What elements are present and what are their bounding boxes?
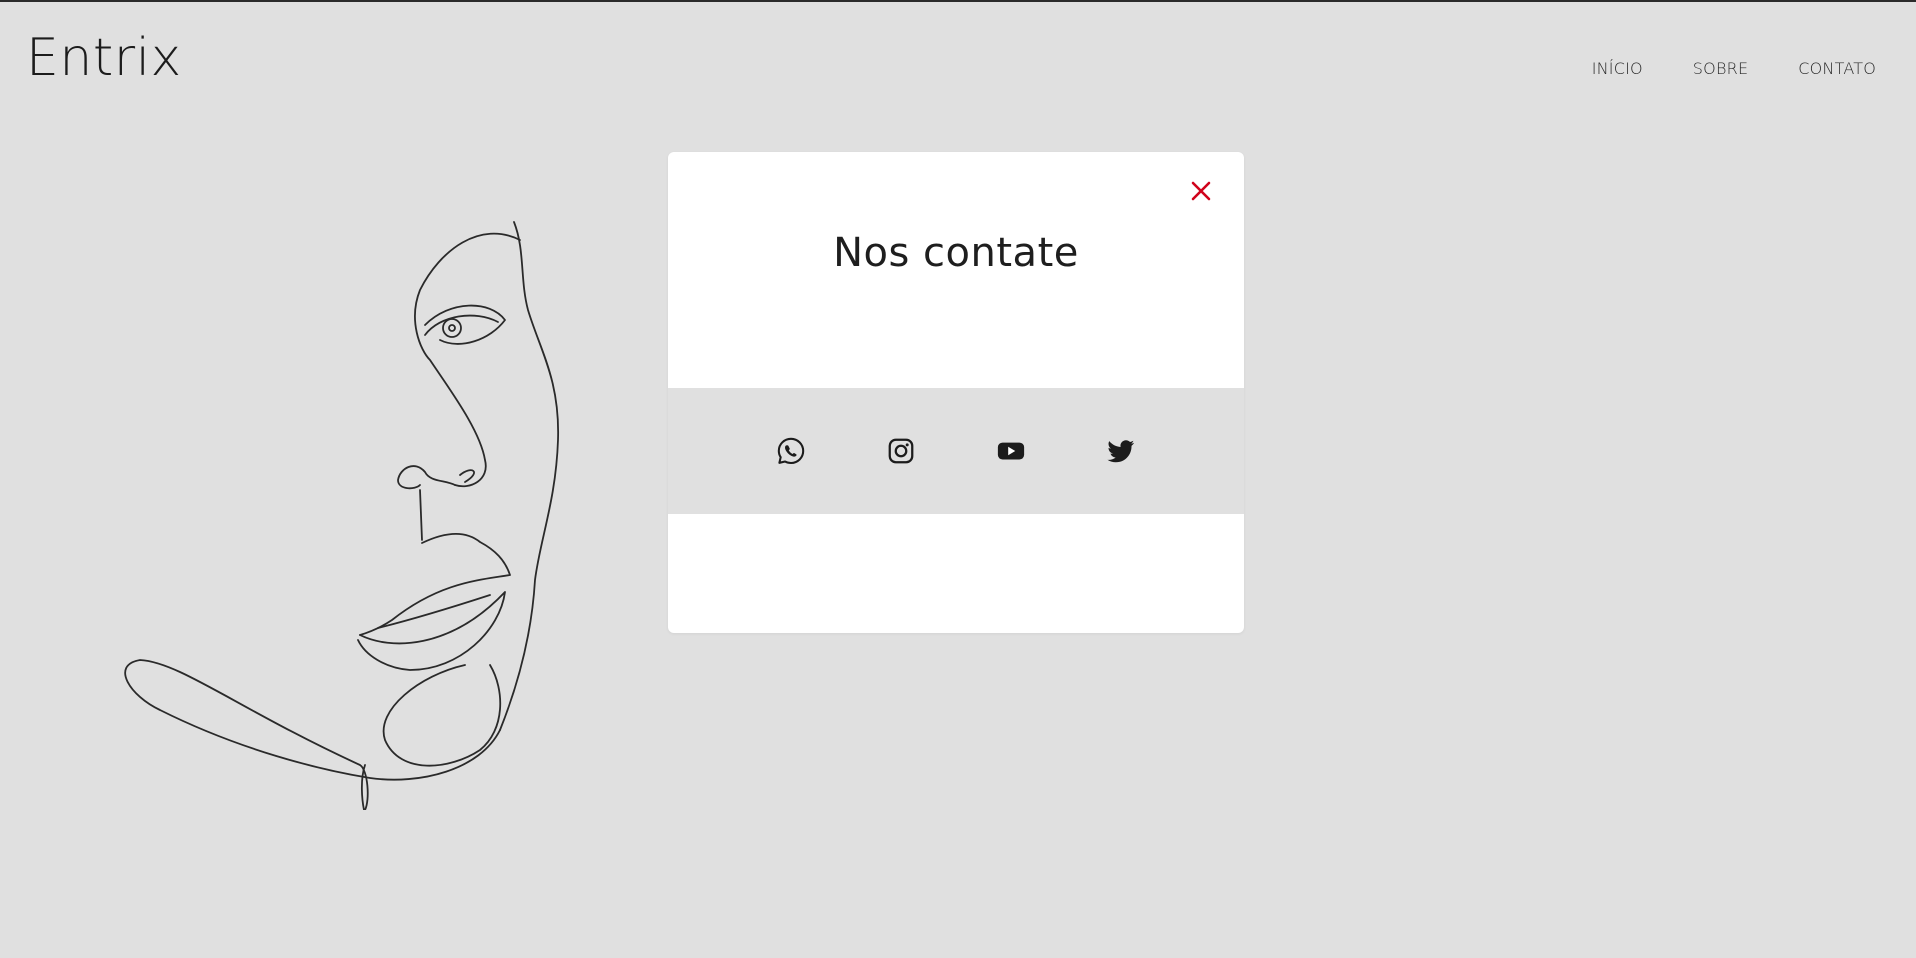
modal-title: Nos contate bbox=[833, 230, 1079, 276]
contact-modal: Nos contate bbox=[668, 152, 1244, 633]
nav-item-contato[interactable]: CONTATO bbox=[1798, 59, 1876, 78]
instagram-link[interactable] bbox=[885, 435, 917, 467]
brand-logo[interactable]: Entrix bbox=[26, 26, 182, 90]
main-nav: INÍCIO SOBRE CONTATO bbox=[1592, 59, 1876, 78]
whatsapp-icon bbox=[777, 437, 805, 465]
youtube-link[interactable] bbox=[995, 435, 1027, 467]
instagram-icon bbox=[888, 438, 914, 464]
whatsapp-link[interactable] bbox=[775, 435, 807, 467]
youtube-icon bbox=[997, 442, 1025, 460]
face-line-art-illustration bbox=[124, 221, 559, 810]
close-button[interactable] bbox=[1188, 178, 1214, 204]
nav-item-sobre[interactable]: SOBRE bbox=[1693, 59, 1748, 78]
top-border bbox=[0, 0, 1916, 2]
twitter-icon bbox=[1107, 440, 1135, 463]
twitter-link[interactable] bbox=[1105, 435, 1137, 467]
close-icon bbox=[1191, 181, 1211, 201]
social-links-bar bbox=[668, 388, 1244, 514]
nav-item-inicio[interactable]: INÍCIO bbox=[1592, 59, 1643, 78]
